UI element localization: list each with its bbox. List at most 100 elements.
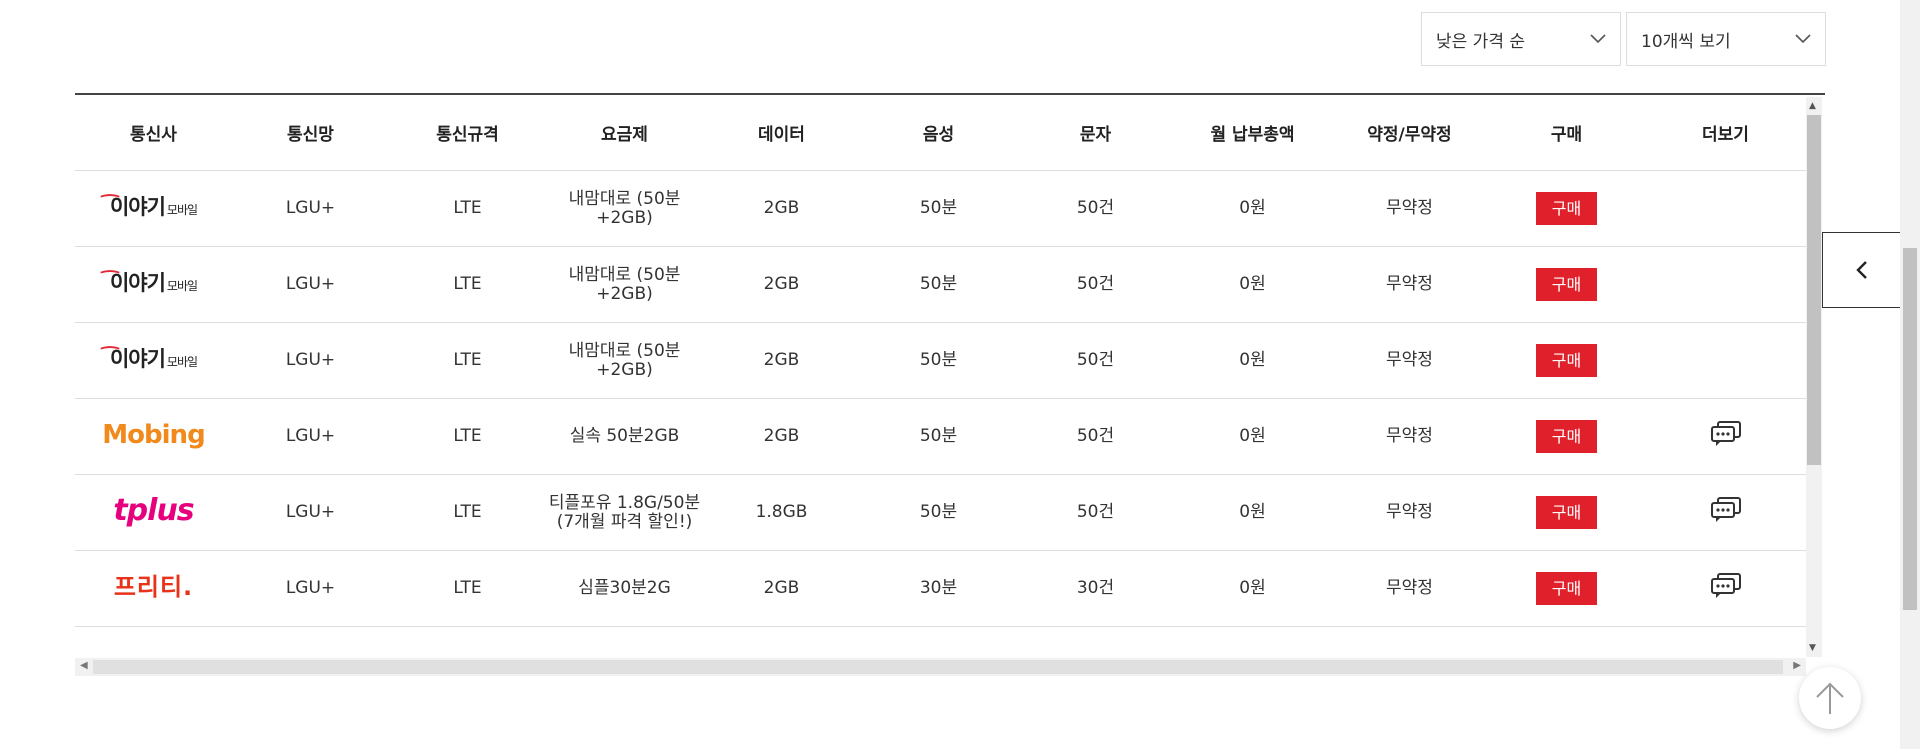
sms-cell: 50건 [1017,246,1174,323]
table-vertical-scrollbar[interactable]: ▲ ▼ [1806,97,1822,657]
carrier-cell: Mobing [75,398,232,475]
scroll-down-arrow-icon[interactable]: ▼ [1809,643,1816,653]
buy-cell: 구매 [1488,550,1645,627]
network-cell: LGU+ [232,322,389,399]
side-panel-toggle-button[interactable] [1822,232,1900,308]
plan-table-container: 통신사 통신망 통신규격 요금제 데이터 음성 문자 월 납부총액 약정/무약정… [75,93,1825,681]
contract-cell: 무약정 [1331,246,1488,323]
header-plan: 요금제 [546,95,703,171]
monthly-cell: 0원 [1174,246,1331,323]
sort-select-value: 낮은 가격 순 [1436,31,1526,52]
carrier-cell: tplus [75,474,232,551]
more-cell [1645,550,1806,627]
freet-logo[interactable]: 프리티. [114,573,193,601]
monthly-cell: 0원 [1174,474,1331,551]
more-cell [1645,322,1806,399]
chevron-down-icon [1590,34,1606,44]
sort-select[interactable]: 낮은 가격 순 [1421,12,1621,66]
chat-bubbles-icon[interactable] [1710,421,1742,453]
more-cell [1645,246,1806,323]
spec-cell: LTE [389,398,546,475]
iyagi-logo[interactable]: ͡이야기모바일 [110,195,198,219]
data-cell: 2GB [703,246,860,323]
monthly-cell: 0원 [1174,322,1331,399]
contract-cell: 무약정 [1331,170,1488,247]
more-cell [1645,474,1806,551]
header-network: 통신망 [232,95,389,171]
buy-button[interactable]: 구매 [1536,344,1597,377]
arrow-up-icon [1816,682,1844,714]
voice-cell: 50분 [860,170,1017,247]
network-cell: LGU+ [232,246,389,323]
voice-cell: 50분 [860,398,1017,475]
spec-cell: LTE [389,550,546,627]
sms-cell: 50건 [1017,170,1174,247]
contract-cell: 무약정 [1331,398,1488,475]
more-cell [1645,170,1806,247]
carrier-cell: 프리티. [75,550,232,627]
scroll-left-arrow-icon[interactable]: ◀ [80,660,88,671]
plan-cell: 내맘대로 (50분+2GB) [546,322,703,399]
tplus-logo[interactable]: tplus [113,493,194,528]
table-row: Mobing LGU+ LTE 실속 50분2GB 2GB 50분 50건 0원… [75,398,1806,475]
page-scrollbar-thumb[interactable] [1903,248,1917,610]
table-row: 프리티. LGU+ LTE 심플30분2G 2GB 30분 30건 0원 무약정… [75,550,1806,627]
buy-button[interactable]: 구매 [1536,496,1597,529]
data-cell: 2GB [703,550,860,627]
header-buy: 구매 [1488,95,1645,171]
plan-cell: 내맘대로 (50분+2GB) [546,170,703,247]
buy-cell: 구매 [1488,398,1645,475]
iyagi-logo[interactable]: ͡이야기모바일 [110,347,198,371]
data-cell: 2GB [703,170,860,247]
buy-cell: 구매 [1488,322,1645,399]
network-cell: LGU+ [232,474,389,551]
monthly-cell: 0원 [1174,398,1331,475]
carrier-cell: ͡이야기모바일 [75,322,232,399]
plan-name: 티플포유 1.8G/50분 [548,492,701,513]
buy-button[interactable]: 구매 [1536,572,1597,605]
buy-button[interactable]: 구매 [1536,268,1597,301]
page-scrollbar[interactable] [1900,0,1920,749]
monthly-cell: 0원 [1174,170,1331,247]
scroll-up-arrow-icon[interactable]: ▲ [1809,101,1816,111]
sms-cell: 50건 [1017,474,1174,551]
table-row: ͡이야기모바일 LGU+ LTE 내맘대로 (50분+2GB) 2GB 50분 … [75,170,1806,247]
table-row: ͡이야기모바일 LGU+ LTE 내맘대로 (50분+2GB) 2GB 50분 … [75,322,1806,399]
buy-button[interactable]: 구매 [1536,420,1597,453]
chevron-left-icon [1855,261,1867,279]
carrier-cell: ͡이야기모바일 [75,170,232,247]
plan-cell: 티플포유 1.8G/50분 (7개월 파격 할인!) [546,474,703,551]
sms-cell: 30건 [1017,550,1174,627]
iyagi-logo[interactable]: ͡이야기모바일 [110,271,198,295]
scrollbar-thumb[interactable] [1807,115,1821,465]
data-cell: 2GB [703,322,860,399]
chat-bubbles-icon[interactable] [1710,573,1742,605]
voice-cell: 50분 [860,474,1017,551]
contract-cell: 무약정 [1331,550,1488,627]
buy-cell: 구매 [1488,246,1645,323]
scroll-right-arrow-icon[interactable]: ▶ [1793,660,1801,671]
sms-cell: 50건 [1017,322,1174,399]
header-sms: 문자 [1017,95,1174,171]
voice-cell: 50분 [860,246,1017,323]
voice-cell: 30분 [860,550,1017,627]
table-horizontal-scrollbar[interactable]: ◀ ▶ [75,658,1806,676]
scroll-to-top-button[interactable] [1799,667,1861,729]
buy-cell: 구매 [1488,474,1645,551]
per-page-select[interactable]: 10개씩 보기 [1626,12,1826,66]
buy-cell: 구매 [1488,170,1645,247]
mobing-logo[interactable]: Mobing [102,420,205,450]
voice-cell: 50분 [860,322,1017,399]
table-row: ͡이야기모바일 LGU+ LTE 내맘대로 (50분+2GB) 2GB 50분 … [75,246,1806,323]
monthly-cell: 0원 [1174,550,1331,627]
plan-cell: 내맘대로 (50분+2GB) [546,246,703,323]
chat-bubbles-icon[interactable] [1710,497,1742,529]
spec-cell: LTE [389,170,546,247]
buy-button[interactable]: 구매 [1536,192,1597,225]
scrollbar-thumb[interactable] [93,660,1783,674]
header-spec: 통신규격 [389,95,546,171]
contract-cell: 무약정 [1331,322,1488,399]
header-voice: 음성 [860,95,1017,171]
header-data: 데이터 [703,95,860,171]
contract-cell: 무약정 [1331,474,1488,551]
